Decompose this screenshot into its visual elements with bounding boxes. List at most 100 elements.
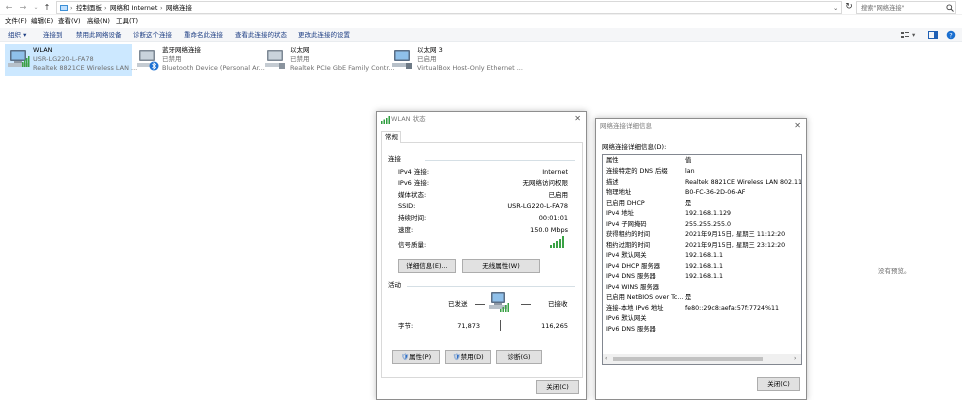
close-button[interactable]: 关闭(C) [757, 377, 800, 391]
bluetooth-adapter-icon [137, 50, 159, 71]
ssid-value: USR-LG220-L-FA78 [507, 202, 568, 210]
ipv4-connectivity-value: Internet [542, 168, 568, 176]
tab-panel: 连接 IPv4 连接: Internet IPv6 连接: 无网络访问权限 媒体… [381, 142, 583, 378]
dialog-title: WLAN 状态 [391, 115, 426, 123]
menu-tools[interactable]: 工具(T) [116, 16, 138, 27]
menu-view[interactable]: 查看(V) [58, 16, 81, 27]
scroll-right-icon[interactable]: › [794, 354, 796, 364]
section-divider [425, 160, 575, 161]
back-icon[interactable]: ← [4, 2, 14, 13]
view-dropdown-icon[interactable]: ▾ [912, 29, 915, 41]
bytes-label: 字节: [398, 322, 414, 330]
signal-strength-icon [550, 236, 564, 248]
change-settings-button[interactable]: 更改此连接的设置 [298, 29, 350, 41]
svg-text:?: ? [949, 32, 952, 40]
wireless-properties-button[interactable]: 无线属性(W) [462, 259, 540, 273]
breadcrumb-separator-icon: › [104, 4, 107, 12]
adapter-wlan[interactable]: WLAN USR-LG220-L-FA78 Realtek 8821CE Wir… [5, 44, 137, 76]
properties-button[interactable]: 🛡属性(P) [392, 350, 440, 364]
duration-label: 持续时间: [398, 214, 427, 222]
adapter-status: 已禁用 [290, 55, 310, 63]
menu-edit[interactable]: 编辑(E) [31, 16, 53, 27]
speed-label: 速度: [398, 226, 414, 234]
control-panel-icon [60, 5, 68, 11]
signal-quality-label: 信号质量: [398, 241, 427, 249]
forward-icon[interactable]: → [18, 2, 28, 13]
bytes-sent-value: 71,873 [457, 322, 480, 330]
section-divider [407, 286, 575, 287]
address-dropdown-icon[interactable]: ⌄ [833, 3, 838, 14]
disable-button[interactable]: 🛡禁用(D) [445, 350, 491, 364]
network-activity-icon [489, 292, 509, 312]
connection-section-label: 连接 [388, 155, 401, 163]
adapter-name: 蓝牙网络连接 [162, 46, 201, 54]
dialog-title: 网络连接详细信息 [600, 122, 652, 130]
adapter-ethernet[interactable]: 以太网 已禁用 Realtek PCIe GbE Family Contr... [262, 44, 395, 76]
duration-value: 00:01:01 [538, 214, 568, 222]
property-column-header[interactable]: 属性 [606, 156, 619, 166]
bytes-received-value: 116,265 [541, 322, 568, 330]
diagnose-button[interactable]: 诊断这个连接 [133, 29, 172, 41]
horizontal-scrollbar[interactable]: ‹ › [603, 354, 801, 364]
preview-pane-icon[interactable] [928, 31, 938, 39]
details-button[interactable]: 详细信息(E)... [398, 259, 456, 273]
details-list[interactable]: 属性 值 连接特定的 DNS 后缀 lan 描述 Realtek 8821CE Wi… [602, 154, 802, 365]
organize-button[interactable]: 组织 ▾ [8, 29, 26, 41]
breadcrumb-separator-icon: › [160, 4, 163, 12]
properties-label: 属性(P) [409, 353, 432, 361]
adapter-device: Realtek 8821CE Wireless LAN ... [33, 64, 138, 72]
recent-dropdown-icon[interactable]: ⌄ [31, 2, 41, 13]
scroll-left-icon[interactable]: ‹ [605, 354, 607, 364]
activity-section-label: 活动 [388, 281, 401, 289]
search-input[interactable]: 搜索"网络连接" [856, 1, 956, 14]
view-status-button[interactable]: 查看此连接的状态 [235, 29, 287, 41]
speed-value: 150.0 Mbps [530, 226, 568, 234]
ipv4-connectivity-label: IPv4 连接: [398, 168, 430, 176]
media-state-label: 媒体状态: [398, 191, 427, 199]
refresh-icon[interactable]: ↻ [844, 2, 854, 13]
close-button[interactable]: 关闭(C) [536, 380, 579, 394]
tab-label: 常规 [385, 133, 398, 141]
close-icon[interactable]: ✕ [574, 114, 581, 124]
ethernet-adapter-icon [392, 50, 412, 69]
address-input[interactable]: › 控制面板 › 网络和 Internet › 网络连接 ⌄ [56, 1, 842, 14]
adapter-bluetooth[interactable]: 蓝牙网络连接 已禁用 Bluetooth Device (Personal Ar… [134, 44, 265, 76]
help-icon[interactable]: ? [946, 30, 956, 40]
breadcrumb-network-connections[interactable]: 网络连接 [166, 3, 192, 14]
dialog-titlebar[interactable]: WLAN 状态 ✕ [377, 112, 586, 127]
wlan-status-dialog: WLAN 状态 ✕ 常规 连接 IPv4 连接: Internet IPv6 连… [376, 111, 587, 400]
up-icon[interactable]: ↑ [42, 2, 52, 13]
adapter-name: 以太网 3 [417, 46, 443, 54]
command-bar: 组织 ▾ 连接到 禁用此网络设备 诊断这个连接 重命名此连接 查看此连接的状态 … [0, 28, 962, 42]
ipv6-connectivity-value: 无网络访问权限 [522, 179, 569, 187]
adapter-device: VirtualBox Host-Only Ethernet ... [417, 64, 523, 72]
breadcrumb-control-panel[interactable]: 控制面板 [76, 3, 102, 14]
connect-to-button[interactable]: 连接到 [43, 29, 63, 41]
menu-file[interactable]: 文件(F) [5, 16, 27, 27]
value-column-header[interactable]: 值 [685, 156, 691, 166]
diagnose-button[interactable]: 诊断(G) [496, 350, 542, 364]
adapter-ethernet-3[interactable]: 以太网 3 已启用 VirtualBox Host-Only Ethernet … [389, 44, 523, 76]
adapter-status: USR-LG220-L-FA78 [33, 55, 94, 63]
shield-icon: 🛡 [400, 353, 410, 361]
disable-label: 禁用(D) [460, 353, 484, 361]
rename-button[interactable]: 重命名此连接 [184, 29, 223, 41]
details-caption: 网络连接详细信息(D): [602, 143, 667, 151]
close-icon[interactable]: ✕ [794, 121, 801, 131]
view-options-icon[interactable] [900, 30, 911, 40]
preview-pane-text: 没有预览。 [878, 267, 911, 275]
scrollbar-thumb[interactable] [613, 357, 763, 361]
dialog-titlebar[interactable]: 网络连接详细信息 ✕ [596, 119, 806, 134]
menu-advanced[interactable]: 高级(N) [87, 16, 110, 27]
menu-bar: 文件(F) 编辑(E) 查看(V) 高级(N) 工具(T) [0, 15, 962, 28]
shield-icon: 🛡 [452, 353, 461, 361]
adapter-status: 已启用 [417, 55, 437, 63]
search-icon [946, 4, 954, 12]
address-bar: ← → ⌄ ↑ › 控制面板 › 网络和 Internet › 网络连接 ⌄ ↻… [0, 0, 962, 15]
ssid-label: SSID: [398, 202, 416, 210]
search-placeholder: 搜索"网络连接" [861, 5, 905, 12]
adapter-device: Bluetooth Device (Personal Ar... [162, 64, 265, 72]
breadcrumb-network-internet[interactable]: 网络和 Internet [110, 3, 157, 14]
tab-general[interactable]: 常规 [381, 131, 401, 143]
disable-device-button[interactable]: 禁用此网络设备 [76, 29, 122, 41]
